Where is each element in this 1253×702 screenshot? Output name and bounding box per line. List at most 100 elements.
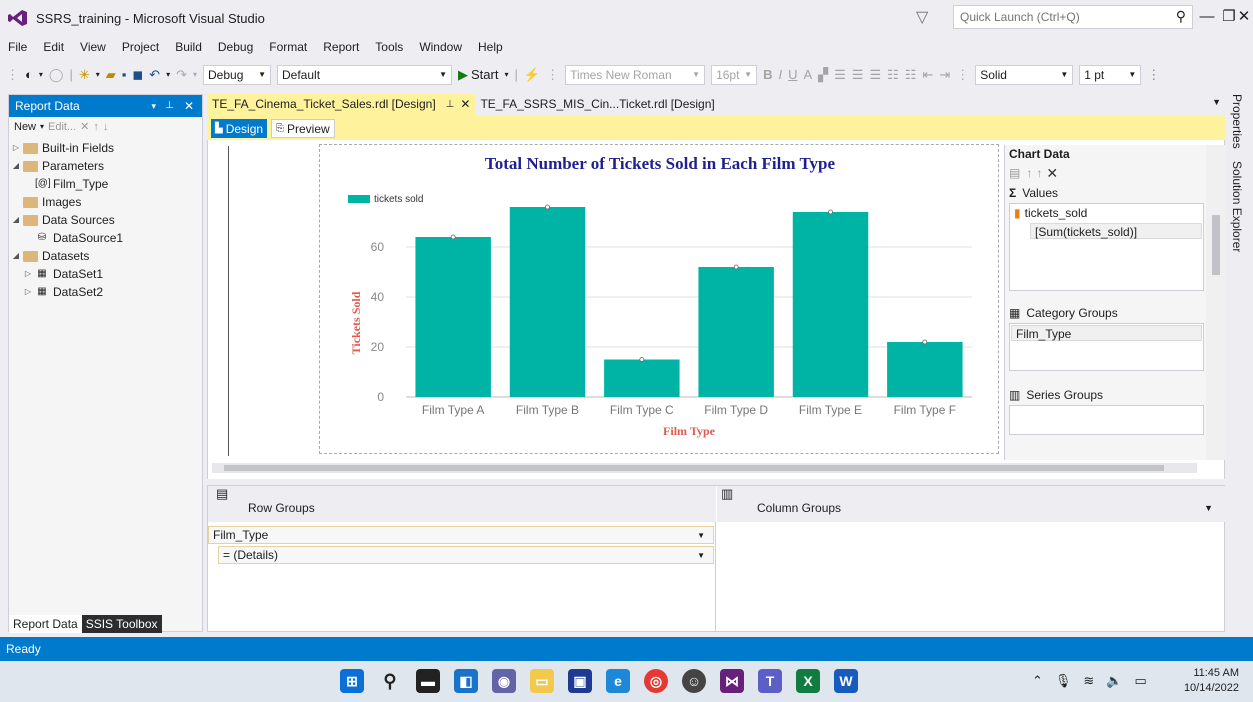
delete-icon[interactable]: ✕ [1046,165,1058,182]
redo-dropdown-icon[interactable]: ▾ [190,63,200,87]
italic-button[interactable]: I [775,63,785,87]
align-center-icon[interactable]: ☰ [849,63,867,87]
value-series-row[interactable]: ▮ tickets_sold [1010,204,1203,222]
panel-menu-icon[interactable]: ▾ [151,95,156,117]
vertical-scrollbar-thumb[interactable] [1212,215,1220,275]
back-dropdown-icon[interactable]: ▾ [36,63,46,87]
tree-item-images[interactable]: Images [9,193,202,211]
chrome-icon[interactable]: ◎ [644,669,668,693]
properties-tab[interactable]: Properties [1228,88,1246,155]
delete-icon[interactable]: ✕ [80,117,89,137]
edit-button[interactable]: Edit... [48,117,76,137]
widgets-icon[interactable]: ◧ [454,669,478,693]
toolbar-overflow-icon[interactable]: ⋮ [1144,63,1163,87]
tree-item-datasource1[interactable]: ⛁ DataSource1 [9,229,202,247]
tab-report-data[interactable]: Report Data [9,615,82,633]
volume-icon[interactable]: 🔈 [1106,673,1122,689]
chevron-down-icon[interactable]: ▾ [40,117,44,137]
visual-studio-taskbar-icon[interactable]: ⋈ [720,669,744,693]
align-left-icon[interactable]: ☰ [831,63,849,87]
values-drop-zone[interactable]: ▮ tickets_sold [Sum(tickets_sold)] [1009,203,1204,291]
menu-edit[interactable]: Edit [35,37,72,57]
tree-item-built-in-fields[interactable]: ▷ Built-in Fields [9,139,202,157]
menu-project[interactable]: Project [114,37,167,57]
solution-config-select[interactable]: Debug ▼ [203,64,271,85]
bar-film-type-f[interactable] [887,342,963,397]
forward-icon[interactable]: ◯ [46,63,67,87]
minimize-button[interactable]: — [1196,6,1218,28]
tab-ssis-toolbox[interactable]: SSIS Toolbox [81,615,162,633]
close-tab-icon[interactable]: ✕ [460,94,470,115]
series-groups-drop-zone[interactable] [1009,405,1204,435]
app-icon[interactable]: ☺ [682,669,706,693]
outdent-icon[interactable]: ⇤ [919,63,936,87]
grouping-menu-icon[interactable]: ▼ [1204,486,1213,530]
indent-icon[interactable]: ⇥ [936,63,953,87]
row-group-film-type[interactable]: Film_Type ▼ [208,526,714,544]
bar-film-type-e[interactable] [792,212,869,397]
font-family-select[interactable]: Times New Roman ▼ [565,64,706,85]
menu-build[interactable]: Build [167,37,210,57]
menu-help[interactable]: Help [470,37,511,57]
menu-view[interactable]: View [72,37,114,57]
new-project-dropdown-icon[interactable]: ▾ [93,63,103,87]
taskbar-search-icon[interactable]: ⚲ [378,669,402,693]
start-icon[interactable]: ▶ [455,63,471,87]
expand-arrow-icon[interactable]: ▷ [21,265,35,283]
bar-film-type-d[interactable] [698,267,774,397]
new-project-icon[interactable]: ✳ [76,63,93,87]
menu-debug[interactable]: Debug [210,37,261,57]
numbered-list-icon[interactable]: ☷ [884,63,902,87]
bar-film-type-a[interactable] [415,237,491,397]
tree-item-parameters[interactable]: ◢ Parameters [9,157,202,175]
taskbar-clock[interactable]: 11:45 AM 10/14/2022 [1184,666,1239,696]
row-group-details[interactable]: = (Details) ▼ [218,546,714,564]
tab-design[interactable]: ▙ Design [211,119,268,138]
start-menu-icon[interactable]: ⊞ [340,669,364,693]
bar-film-type-c[interactable] [604,359,680,398]
menu-window[interactable]: Window [411,37,470,57]
teams-icon[interactable]: T [758,669,782,693]
task-view-icon[interactable]: ▬ [416,669,440,693]
collapse-arrow-icon[interactable]: ◢ [9,247,23,265]
back-icon[interactable]: ◐ [22,63,36,87]
value-expression-field[interactable]: [Sum(tickets_sold)] [1030,223,1202,239]
align-right-icon[interactable]: ☰ [866,63,884,87]
tray-chevron-icon[interactable]: ⌃ [1032,673,1043,689]
chat-icon[interactable]: ◉ [492,669,516,693]
feedback-filter-icon[interactable]: ▽ [916,7,928,27]
new-button[interactable]: New [14,117,36,137]
report-designer-surface[interactable]: Film Type A Film Type B Film Type C Film Ty… [207,140,1226,479]
close-button[interactable]: ✕ [1236,6,1252,28]
bar-film-type-b[interactable] [509,207,586,397]
horizontal-scrollbar[interactable] [212,463,1197,473]
microphone-icon[interactable]: 🎙 [1055,673,1072,689]
open-file-icon[interactable]: ▰ [103,63,119,87]
menu-report[interactable]: Report [315,37,367,57]
expand-arrow-icon[interactable]: ▷ [9,139,23,157]
store-icon[interactable]: ▣ [568,669,592,693]
tab-cinema-ticket-sales[interactable]: TE_FA_Cinema_Ticket_Sales.rdl [Design] ⊥… [207,94,476,115]
start-button[interactable]: Start [471,63,501,87]
tree-item-dataset2[interactable]: ▷ ▦ DataSet2 [9,283,202,301]
chart-region[interactable]: Film Type A Film Type B Film Type C Film Ty… [319,144,999,454]
bold-button[interactable]: B [760,63,775,87]
tab-mis-cinema-ticket[interactable]: TE_FA_SSRS_MIS_Cin...Ticket.rdl [Design] [475,94,719,115]
pin-icon[interactable]: ⊥ [165,95,174,117]
redo-icon[interactable]: ↷ [173,63,190,87]
quick-launch-box[interactable]: ⚲ [953,5,1193,29]
collapse-arrow-icon[interactable]: ◢ [9,157,23,175]
tree-item-datasets[interactable]: ◢ Datasets [9,247,202,265]
find-icon[interactable]: ⚡ [521,63,543,87]
underline-button[interactable]: U [785,63,800,87]
save-all-icon[interactable]: ◼ [129,63,146,87]
wifi-icon[interactable]: ≋ [1083,673,1094,689]
tab-overflow-icon[interactable]: ▼ [1212,97,1221,107]
search-icon[interactable]: ⚲ [1176,8,1186,25]
move-up-icon[interactable]: ↑ [1026,166,1032,180]
pin-icon[interactable]: ⊥ [446,94,455,115]
tree-item-film-type-parameter[interactable]: [@] Film_Type [9,175,202,193]
file-explorer-icon[interactable]: ▭ [530,669,554,693]
tree-item-dataset1[interactable]: ▷ ▦ DataSet1 [9,265,202,283]
edge-icon[interactable]: e [606,669,630,693]
